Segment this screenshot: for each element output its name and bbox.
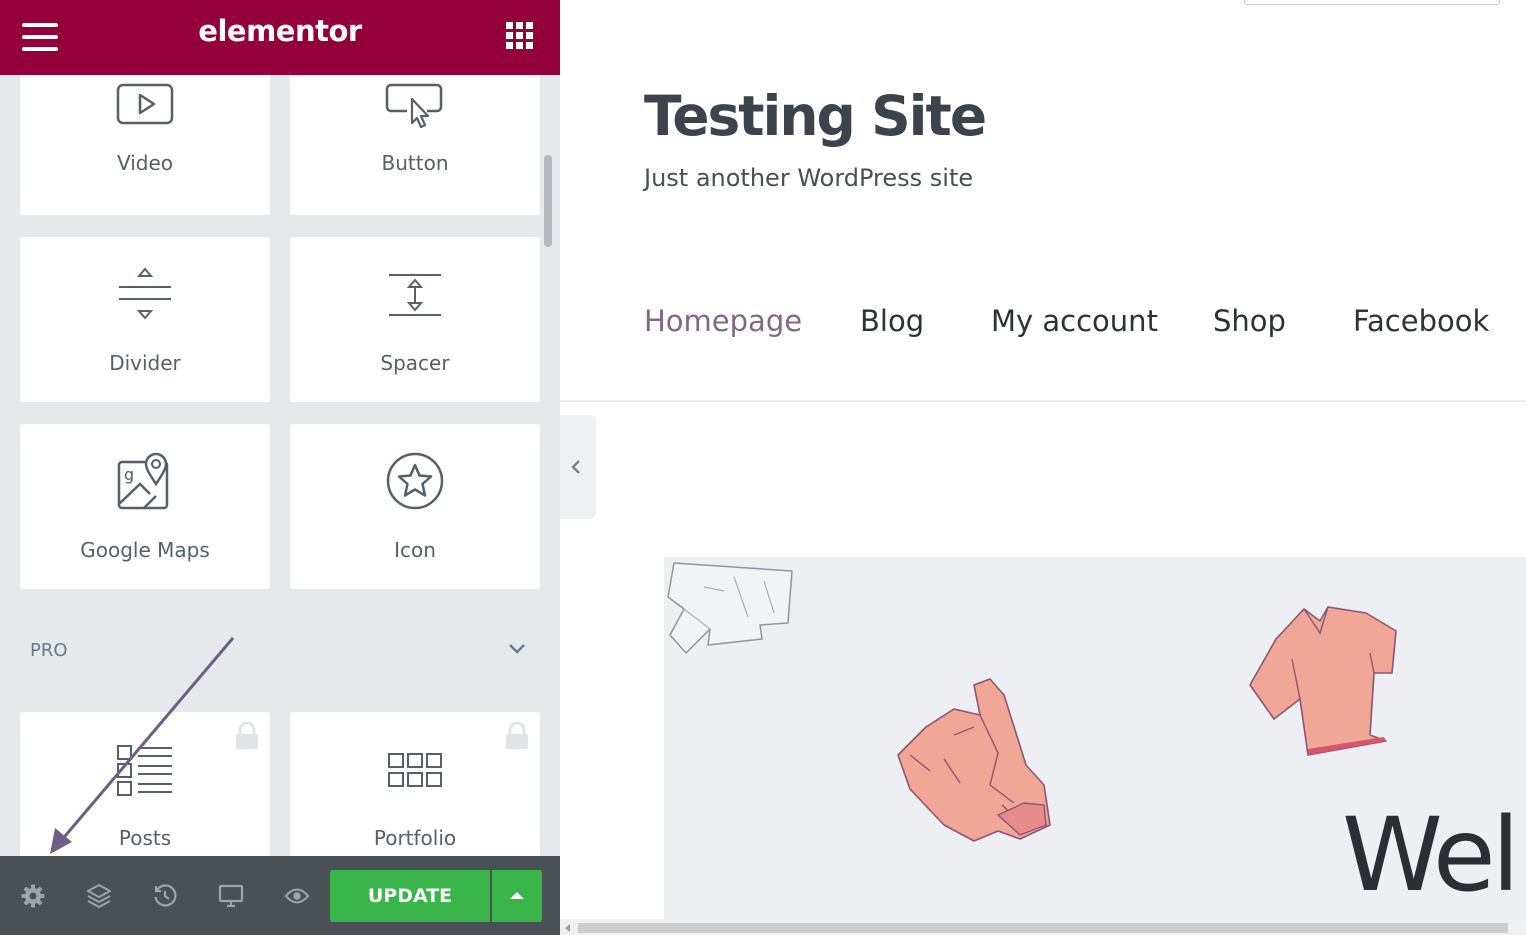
primary-nav: Homepage Blog My account Shop Facebook (644, 304, 1524, 344)
nav-link-homepage[interactable]: Homepage (644, 304, 802, 338)
pink-hoodie-illustration (897, 678, 1051, 842)
chevron-left-icon (571, 460, 580, 474)
widget-label: Divider (109, 351, 181, 375)
nav-link-blog[interactable]: Blog (860, 304, 924, 338)
widget-label: Icon (394, 538, 436, 562)
responsive-desktop-icon[interactable] (218, 883, 244, 909)
chevron-down-icon[interactable] (508, 642, 526, 660)
site-preview: Testing Site Just another WordPress site… (560, 0, 1526, 935)
category-title: PRO (30, 640, 68, 661)
elementor-logo: elementor (198, 14, 362, 48)
widget-google-maps[interactable]: g Google Maps (20, 424, 270, 589)
pink-tshirt-illustration (1249, 606, 1397, 756)
panel-header: elementor (0, 0, 560, 75)
hero-heading[interactable]: Wel (1342, 805, 1520, 907)
nav-link-shop[interactable]: Shop (1213, 304, 1286, 338)
lock-icon (504, 721, 530, 755)
widget-label: Video (116, 151, 174, 175)
update-options-caret-icon[interactable] (492, 870, 542, 922)
portfolio-grid-icon (290, 752, 540, 788)
horizontal-scrollbar[interactable] (560, 919, 1526, 935)
history-icon[interactable] (152, 883, 178, 909)
spacer-icon (290, 273, 540, 317)
widget-portfolio[interactable]: Portfolio (290, 712, 540, 856)
widget-label: Google Maps (80, 538, 210, 562)
widget-posts[interactable]: Posts (20, 712, 270, 856)
posts-list-icon (20, 744, 270, 798)
widget-video[interactable]: Video (20, 75, 270, 215)
svg-text:g: g (124, 465, 134, 484)
button-click-icon (290, 81, 540, 129)
top-dropdown-edge[interactable] (1244, 0, 1500, 5)
scroll-left-arrow-icon[interactable] (562, 922, 574, 934)
hero-section[interactable]: Wel (664, 557, 1526, 919)
collapse-panel-button[interactable] (560, 415, 596, 519)
elementor-panel: elementor Video Button Divider Spacer g … (0, 0, 560, 935)
divider-icon (20, 267, 270, 321)
navigator-layers-icon[interactable] (86, 883, 112, 909)
scrollbar-thumb[interactable] (578, 923, 1508, 933)
pro-category-header[interactable]: PRO (0, 632, 560, 668)
widget-label: Posts (118, 826, 172, 850)
gray-shirt-illustration (667, 562, 793, 654)
star-icon (290, 452, 540, 510)
nav-link-facebook[interactable]: Facebook (1353, 304, 1489, 338)
panel-scrollbar[interactable] (544, 155, 552, 247)
panel-footer: UPDATE (0, 856, 560, 935)
site-title[interactable]: Testing Site (644, 84, 987, 148)
widget-divider[interactable]: Divider (20, 237, 270, 402)
widget-label: Spacer (380, 351, 450, 375)
map-pin-icon: g (20, 452, 270, 512)
preview-eye-icon[interactable] (284, 883, 310, 909)
update-button[interactable]: UPDATE (330, 870, 490, 922)
widget-label: Portfolio (373, 826, 457, 850)
settings-icon[interactable] (20, 883, 46, 909)
widget-button[interactable]: Button (290, 75, 540, 215)
widget-label: Button (381, 151, 449, 175)
site-tagline: Just another WordPress site (644, 164, 974, 192)
widget-icon[interactable]: Icon (290, 424, 540, 589)
video-icon (20, 83, 270, 127)
widgets-panel: Video Button Divider Spacer g Google Map… (0, 75, 560, 856)
widgets-grid-icon[interactable] (506, 22, 534, 50)
nav-link-my-account[interactable]: My account (991, 304, 1158, 338)
widget-spacer[interactable]: Spacer (290, 237, 540, 402)
header-divider (560, 400, 1526, 402)
